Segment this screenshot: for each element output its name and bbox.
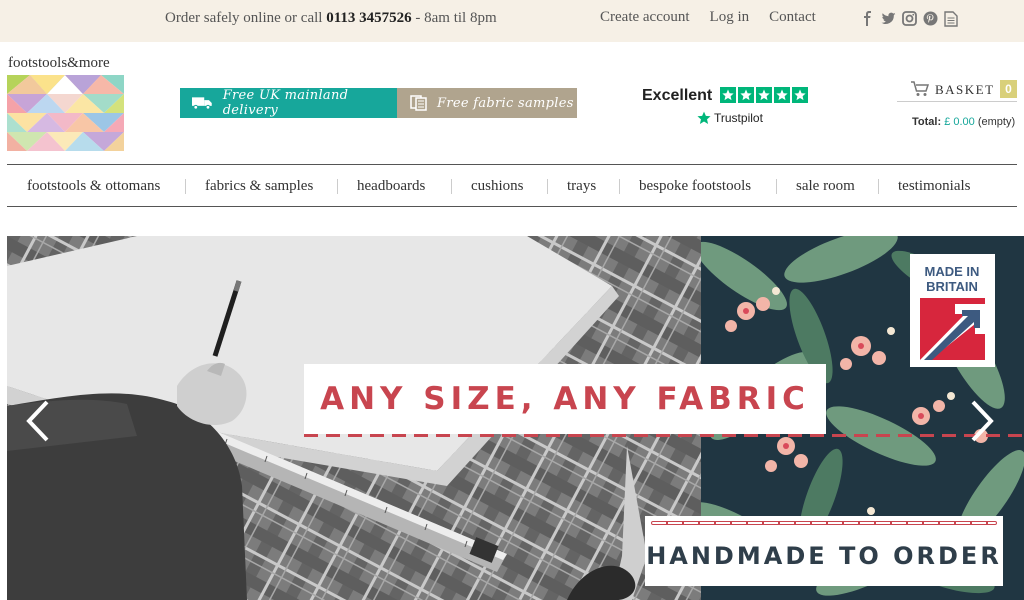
trustpilot-star-icon <box>720 87 736 103</box>
hero-caption-primary-text: ANY SIZE, ANY FABRIC <box>320 381 810 417</box>
trustpilot-rating-text: Excellent <box>642 87 713 104</box>
nav-item-bespoke-footstools[interactable]: bespoke footstools <box>639 178 751 195</box>
nav-item-footstools-ottomans[interactable]: footstools & ottomans <box>27 178 160 195</box>
nav-divider <box>878 179 879 194</box>
hero-caption-primary: ANY SIZE, ANY FABRIC <box>304 364 826 434</box>
basket-total-amount: £ 0.00 <box>944 116 975 128</box>
nav-divider <box>547 179 548 194</box>
hero-stitch-divider <box>651 521 997 525</box>
free-delivery-text: Free UK mainland delivery <box>222 88 349 118</box>
trustpilot-brand-name: Trustpilot <box>714 111 763 125</box>
account-links: Create account Log in Contact <box>600 9 816 26</box>
nav-item-fabrics-samples[interactable]: fabrics & samples <box>205 178 313 195</box>
opening-hours: - 8am til 8pm <box>411 10 497 26</box>
pinterest-icon[interactable] <box>923 11 938 26</box>
nav-item-cushions[interactable]: cushions <box>471 178 524 195</box>
main-navigation: footstools & ottomans fabrics & samples … <box>7 164 1017 207</box>
trustpilot-star-icon <box>774 87 790 103</box>
badge-line-1: MADE IN <box>925 264 980 279</box>
phone-number[interactable]: 0113 3457526 <box>326 10 411 26</box>
nav-divider <box>776 179 777 194</box>
logo-text[interactable]: footstools&more <box>8 55 110 72</box>
delivery-truck-icon <box>192 97 212 110</box>
basket-count-badge: 0 <box>1000 80 1017 98</box>
social-links <box>860 11 958 27</box>
free-samples-banner[interactable]: Free fabric samples <box>397 88 577 118</box>
trustpilot-brand: Trustpilot <box>697 111 763 125</box>
badge-line-2: BRITAIN <box>926 279 978 294</box>
hero-slider: MADE IN BRITAIN ANY SIZE, ANY FABRIC HAN… <box>7 236 1024 600</box>
trustpilot-stars <box>720 87 808 103</box>
logo-geometric-mark[interactable] <box>7 75 124 151</box>
nav-divider <box>185 179 186 194</box>
slider-next-arrow-icon[interactable] <box>969 400 995 442</box>
contact-info: Order safely online or call 0113 3457526… <box>165 10 497 27</box>
trustpilot-star-icon <box>697 111 711 124</box>
create-account-link[interactable]: Create account <box>600 9 690 26</box>
basket-total-label: Total: <box>912 116 942 128</box>
contact-link[interactable]: Contact <box>769 9 816 26</box>
top-bar: Order safely online or call 0113 3457526… <box>0 0 1024 42</box>
hero-dashed-divider <box>304 434 1024 437</box>
made-in-britain-badge: MADE IN BRITAIN <box>910 254 995 367</box>
nav-item-sale-room[interactable]: sale room <box>796 178 855 195</box>
shopping-cart-icon <box>911 81 929 96</box>
fabric-swatch-icon <box>410 95 427 111</box>
trustpilot-star-icon <box>756 87 772 103</box>
basket-total-state: (empty) <box>977 116 1016 128</box>
basket-label: BASKET <box>935 81 995 97</box>
free-delivery-banner[interactable]: Free UK mainland delivery <box>180 88 397 118</box>
nav-item-trays[interactable]: trays <box>567 178 596 195</box>
nav-divider <box>451 179 452 194</box>
nav-divider <box>619 179 620 194</box>
facebook-icon[interactable] <box>860 11 875 26</box>
basket-button[interactable]: BASKET 0 <box>897 78 1017 102</box>
trustpilot-star-icon <box>792 87 808 103</box>
contact-prefix: Order safely online or call <box>165 10 327 26</box>
hero-caption-secondary: HANDMADE TO ORDER <box>645 516 1003 586</box>
slider-prev-arrow-icon[interactable] <box>25 400 51 442</box>
free-samples-text: Free fabric samples <box>437 95 574 111</box>
nav-item-headboards[interactable]: headboards <box>357 178 425 195</box>
trustpilot-star-icon <box>738 87 754 103</box>
login-link[interactable]: Log in <box>710 9 750 26</box>
nav-item-testimonials[interactable]: testimonials <box>898 178 971 195</box>
nav-divider <box>337 179 338 194</box>
document-icon[interactable] <box>944 11 958 27</box>
hero-caption-secondary-text: HANDMADE TO ORDER <box>646 542 1002 570</box>
twitter-icon[interactable] <box>881 11 896 26</box>
instagram-icon[interactable] <box>902 11 917 26</box>
basket-total: Total: £ 0.00 (empty) <box>912 116 1015 128</box>
